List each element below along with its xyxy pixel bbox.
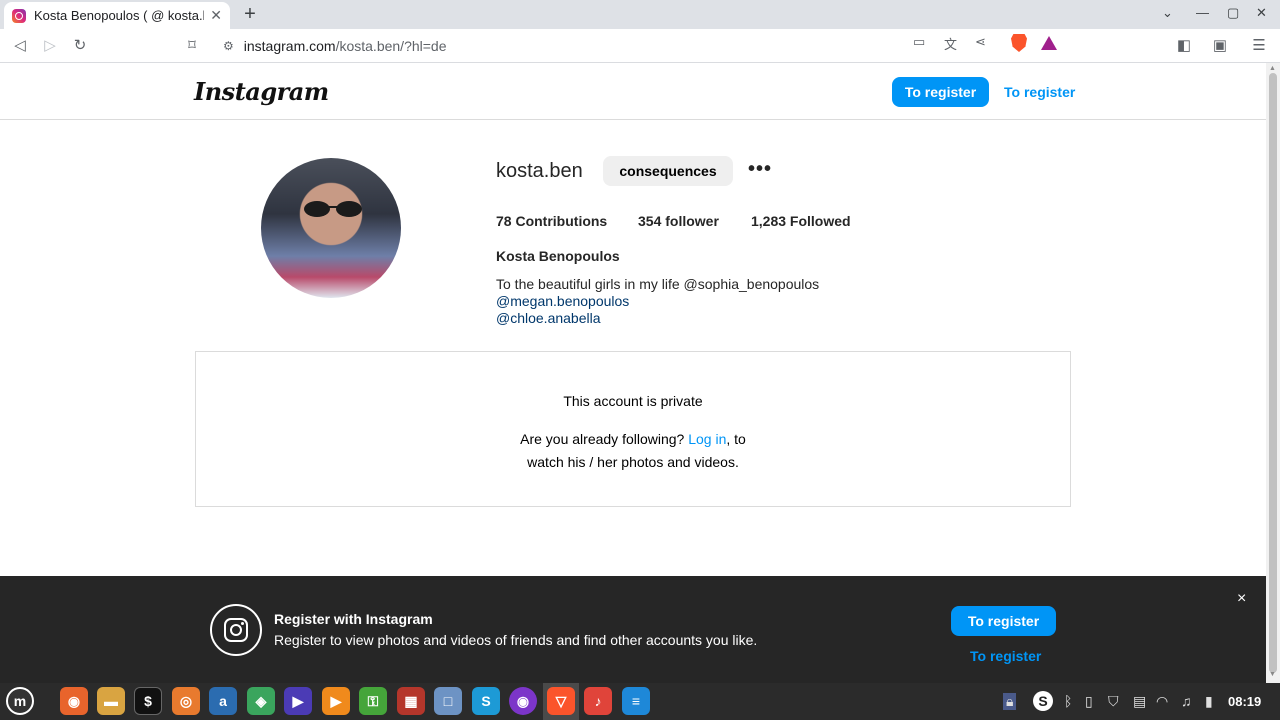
address-bar[interactable]: ⚙ instagram.com/kosta.ben/?hl=de (213, 32, 1067, 60)
scroll-thumb[interactable] (1269, 73, 1277, 673)
os-taskbar: m ◉ ▬ $ ◎ a ◈ ▶ ▶ ⚿ ▦ □ S ◉ ▽ ♪ ≡ 🔒︎ S ᛒ… (0, 683, 1280, 720)
instagram-header: Instagram To register To register (0, 63, 1266, 120)
clock[interactable]: 08:19 (1228, 694, 1261, 709)
site-settings-icon[interactable]: ⚙ (223, 39, 234, 53)
scroll-up-icon[interactable]: ▲ (1269, 65, 1276, 72)
maximize-icon[interactable]: ▢ (1227, 5, 1239, 21)
bio-text: To the beautiful girls in my life @sophi… (496, 276, 820, 292)
sidebar-icon[interactable]: ◧ (1174, 36, 1194, 56)
stat-followers[interactable]: 354 follower (638, 213, 719, 229)
tor-browser-icon[interactable]: ◉ (509, 687, 537, 715)
tab-title: Kosta Benopoulos ( @ kosta.b (34, 8, 205, 23)
close-window-icon[interactable]: ✕ (1256, 5, 1267, 21)
clipboard-icon[interactable]: ▯ (1085, 693, 1093, 710)
cast-icon[interactable]: ▭ (913, 34, 925, 50)
close-tab-icon[interactable]: ✕ (210, 7, 222, 24)
new-tab-icon[interactable]: + (240, 3, 260, 26)
bluetooth-icon[interactable]: ᛒ (1064, 693, 1072, 709)
minimize-icon[interactable]: — (1196, 5, 1209, 20)
vpn-lock-icon[interactable]: 🔒︎ (1003, 693, 1017, 710)
forward-icon[interactable]: ▷ (40, 36, 60, 56)
wifi-icon[interactable]: ◠ (1156, 693, 1168, 710)
banner-title: Register with Instagram (274, 611, 433, 627)
audio-recorder-icon[interactable]: ♪ (584, 687, 612, 715)
private-account-notice: This account is private Are you already … (195, 351, 1071, 507)
video-player-icon[interactable]: ▶ (322, 687, 350, 715)
stat-contributions: 78 Contributions (496, 213, 608, 229)
page-scrollbar[interactable]: ▲ ▼ (1266, 63, 1280, 683)
brave-rewards-icon[interactable] (1041, 36, 1057, 50)
skype-icon[interactable]: S (472, 687, 500, 715)
notes-tray-icon[interactable]: ▤ (1133, 693, 1146, 710)
back-icon[interactable]: ◁ (10, 36, 30, 56)
profile-full-name: Kosta Benopoulos (496, 248, 620, 264)
firefox-icon[interactable]: ◉ (60, 687, 88, 715)
private-title: This account is private (563, 393, 703, 409)
login-link[interactable]: Log in (688, 431, 726, 447)
wallet-icon[interactable]: ▣ (1210, 36, 1230, 56)
instagram-logo[interactable]: Instagram (194, 77, 329, 106)
brave-browser-icon[interactable]: ▽ (547, 687, 575, 715)
bio-mention-chloe[interactable]: @chloe.anabella (496, 310, 601, 326)
bio-mention-megan[interactable]: @megan.benopoulos (496, 293, 629, 309)
battery-icon[interactable]: ▮ (1205, 693, 1213, 710)
header-register-link[interactable]: To register (1004, 84, 1075, 100)
private-text: Are you already following? Log in, to wa… (520, 431, 746, 470)
translate-icon[interactable]: 文 (944, 34, 957, 53)
close-banner-icon[interactable]: × (1237, 590, 1246, 608)
sunglasses-icon (304, 201, 362, 217)
scroll-down-icon[interactable]: ▼ (1269, 671, 1276, 678)
terminal-icon[interactable]: $ (134, 687, 162, 715)
stat-followed[interactable]: 1,283 Followed (751, 213, 851, 229)
virtualbox-icon[interactable]: □ (434, 687, 462, 715)
profile-username: kosta.ben (496, 160, 583, 182)
blender-icon[interactable]: ◎ (172, 687, 200, 715)
app-a-icon[interactable]: a (209, 687, 237, 715)
files-folder-icon[interactable]: ▬ (97, 687, 125, 715)
instagram-favicon-icon (12, 8, 26, 23)
tab-search-chevron-icon[interactable]: ⌄ (1162, 5, 1173, 21)
skype-tray-icon[interactable]: S (1033, 691, 1053, 711)
banner-subtitle: Register to view photos and videos of fr… (274, 632, 758, 648)
text-editor-icon[interactable]: ≡ (622, 687, 650, 715)
browser-tab[interactable]: Kosta Benopoulos ( @ kosta.b ✕ (4, 2, 230, 29)
shield-app-icon[interactable]: ◈ (247, 687, 275, 715)
sound-icon[interactable]: ♫ (1181, 693, 1192, 709)
reload-icon[interactable]: ↻ (70, 36, 90, 56)
url-text: instagram.com/kosta.ben/?hl=de (243, 38, 447, 54)
consequences-button[interactable]: consequences (603, 156, 733, 186)
bookmark-icon[interactable]: ⌑ (182, 36, 202, 56)
menu-icon[interactable]: ☰ (1249, 36, 1269, 56)
more-options-icon[interactable]: ••• (748, 158, 772, 181)
firewall-icon[interactable]: ▦ (397, 687, 425, 715)
profile-bio: To the beautiful girls in my life @sophi… (496, 276, 956, 327)
instagram-camera-icon (210, 604, 262, 656)
banner-register-link[interactable]: To register (970, 648, 1041, 664)
register-banner: Register with Instagram Register to view… (0, 576, 1266, 683)
browser-toolbar: ◁ ▷ ↻ ⌑ ⚙ instagram.com/kosta.ben/?hl=de… (0, 29, 1280, 63)
mint-menu-icon[interactable]: m (6, 687, 34, 715)
media-player-icon[interactable]: ▶ (284, 687, 312, 715)
browser-tab-bar: Kosta Benopoulos ( @ kosta.b ✕ + ⌄ — ▢ ✕ (0, 0, 1280, 29)
shield-tray-icon[interactable]: ⛉ (1108, 693, 1119, 710)
header-register-button[interactable]: To register (892, 77, 989, 107)
avatar[interactable] (261, 158, 401, 298)
share-icon[interactable]: ⋖ (975, 34, 986, 50)
banner-register-button[interactable]: To register (951, 606, 1056, 636)
keys-icon[interactable]: ⚿ (359, 687, 387, 715)
